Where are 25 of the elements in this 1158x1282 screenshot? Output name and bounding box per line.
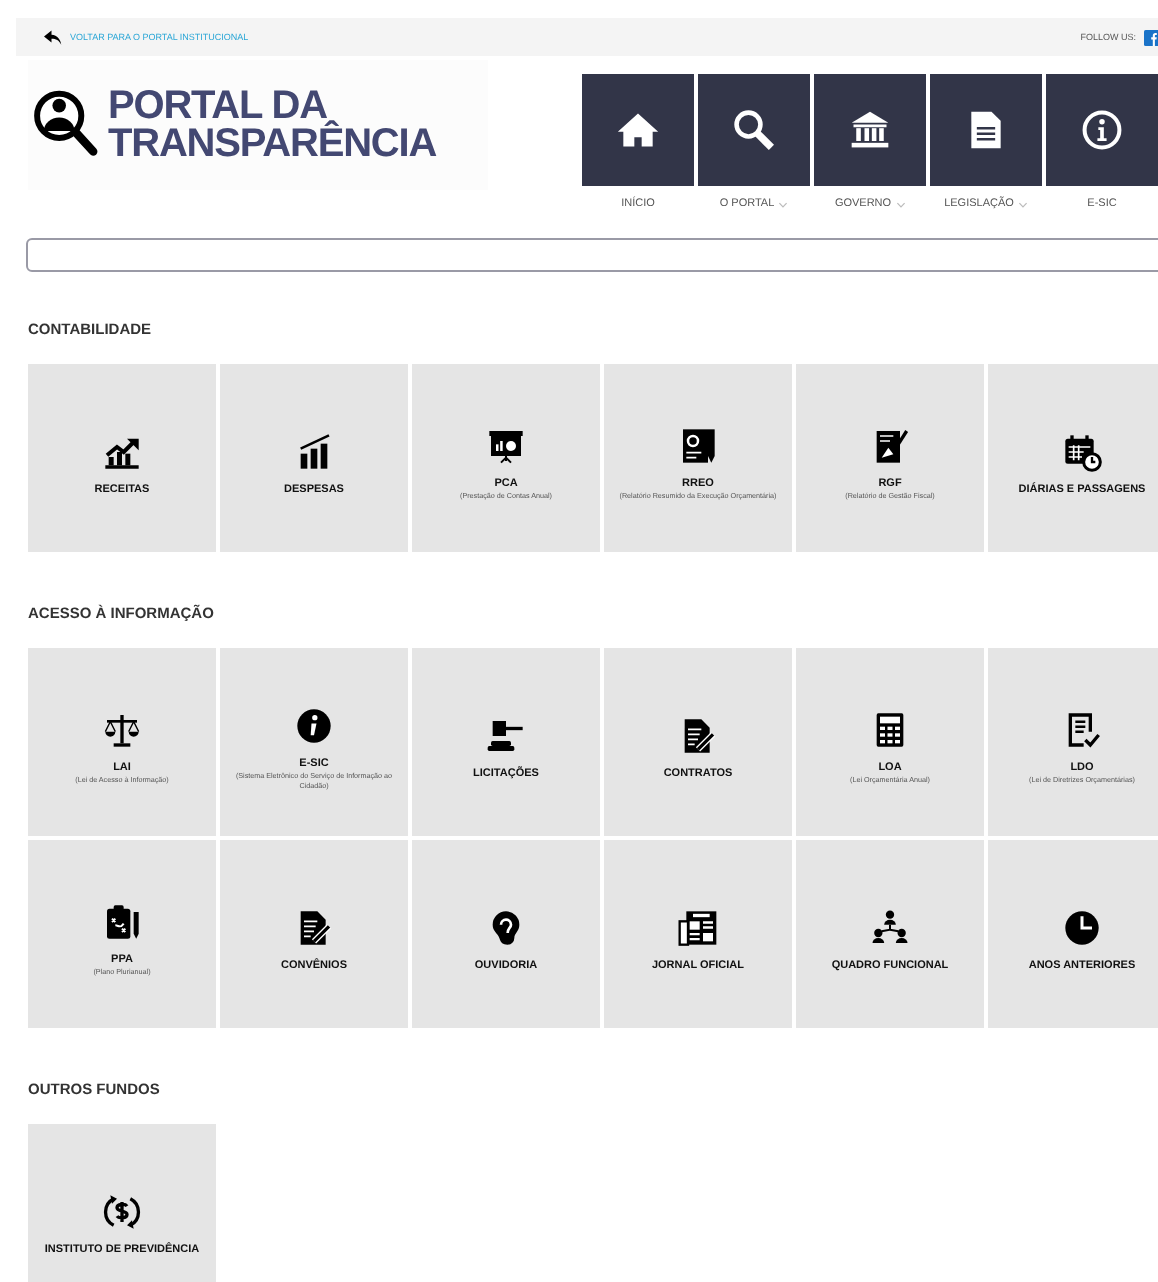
nav-tile[interactable] [930, 74, 1042, 186]
info-icon [1080, 108, 1124, 152]
dollar-cycle-icon [102, 1191, 142, 1231]
back-arrow-icon [44, 29, 62, 45]
gavel-icon [486, 716, 526, 756]
nav-tile[interactable] [698, 74, 810, 186]
clipboard-plan-icon [102, 901, 142, 942]
scales-icon [102, 710, 142, 751]
nav-tile[interactable] [1046, 74, 1158, 186]
search-field[interactable] [26, 238, 1158, 272]
info-icon [294, 706, 334, 747]
bank-icon [848, 108, 892, 152]
home-icon [616, 108, 660, 152]
logo-title: PORTAL DA [108, 87, 327, 125]
bar-chart-icon [294, 432, 334, 472]
social-icon[interactable] [1144, 29, 1158, 45]
presentation-board-icon [486, 426, 526, 467]
search-icon [732, 108, 776, 152]
clock-icon [1062, 907, 1102, 947]
newspaper-icon [678, 907, 718, 947]
calendar-clock-icon [1062, 432, 1102, 472]
people-network-icon [870, 907, 910, 947]
nav-tile[interactable] [582, 74, 694, 186]
nav-tile[interactable] [814, 74, 926, 186]
logo-title: TRANSPARÊNCIA [108, 125, 437, 163]
